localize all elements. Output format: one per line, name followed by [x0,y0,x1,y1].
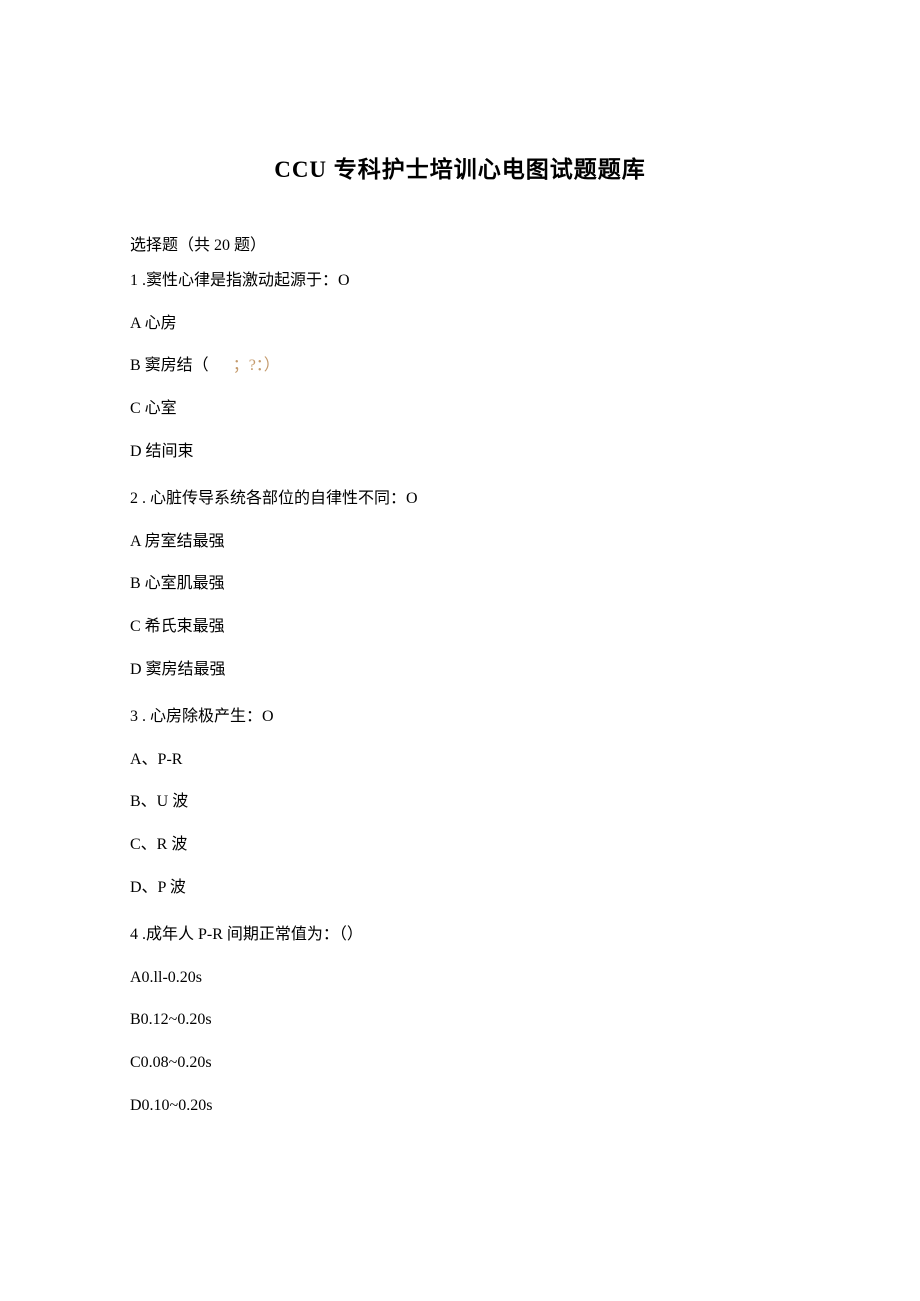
question-1: 1 .窦性心律是指激动起源于：O A 心房 B 窦房结（ ；?：） C 心室 D 结间束 [130,267,790,467]
question-2: 2 . 心脏传导系统各部位的自律性不同：O A 房室结最强 B 心室肌最强 C 希氏束… [130,485,790,685]
section-header: 选择题（共 20 题） [130,232,790,261]
option-label: D、P 波 [130,879,186,896]
option-label: C 希氏束最强 [130,618,225,635]
option-A: A、P-R [130,746,790,775]
question-text: 3 . 心房除极产生：O [130,703,790,732]
question-3: 3 . 心房除极产生：O A、P-R B、U 波 C、R 波 D、P 波 [130,703,790,903]
option-label: D0.10~0.20s [130,1097,212,1114]
option-label: B 窦房结（ [130,357,209,374]
option-D: D、P 波 [130,874,790,903]
option-label: C、R 波 [130,836,187,853]
option-B: B0.12~0.20s [130,1006,790,1035]
questions-container: 1 .窦性心律是指激动起源于：O A 心房 B 窦房结（ ；?：） C 心室 D 结间束 2… [130,267,790,1121]
option-label: D 窦房结最强 [130,661,226,678]
option-D: D0.10~0.20s [130,1092,790,1121]
option-label: B、U 波 [130,793,188,810]
option-C: C 希氏束最强 [130,613,790,642]
option-A: A 房室结最强 [130,528,790,557]
option-B: B 心室肌最强 [130,570,790,599]
option-D: D 结间束 [130,438,790,467]
option-label: B 心室肌最强 [130,575,225,592]
option-B: B、U 波 [130,788,790,817]
option-C: C、R 波 [130,831,790,860]
option-B: B 窦房结（ ；?：） [130,352,790,381]
option-label: A 心房 [130,315,177,332]
option-label: A 房室结最强 [130,533,225,550]
question-text: 4 .成年人 P-R 间期正常值为：（） [130,921,790,950]
option-label: C 心室 [130,400,177,417]
question-text: 1 .窦性心律是指激动起源于：O [130,267,790,296]
option-D: D 窦房结最强 [130,656,790,685]
question-text: 2 . 心脏传导系统各部位的自律性不同：O [130,485,790,514]
option-label: B0.12~0.20s [130,1011,212,1028]
option-annotation: ；?：） [233,357,280,374]
option-label: D 结间束 [130,443,194,460]
option-label: C0.08~0.20s [130,1054,212,1071]
option-label: A、P-R [130,751,182,768]
document-title: CCU 专科护士培训心电图试题题库 [130,150,790,184]
question-4: 4 .成年人 P-R 间期正常值为：（） A0.ll-0.20s B0.12~0.2… [130,921,790,1121]
option-C: C0.08~0.20s [130,1049,790,1078]
option-A: A 心房 [130,310,790,339]
option-C: C 心室 [130,395,790,424]
option-A: A0.ll-0.20s [130,964,790,993]
option-label: A0.ll-0.20s [130,969,202,986]
